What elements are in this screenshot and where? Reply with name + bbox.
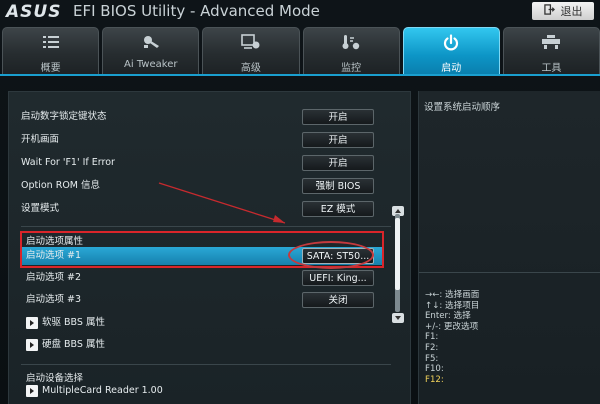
boot-option-label: 启动选项 #3 <box>26 294 82 305</box>
main-tabs: 概要 Ai Tweaker 高级 监控 启动 工具 <box>2 27 600 75</box>
submenu-label: 硬盘 BBS 属性 <box>42 339 105 350</box>
red-arrow-annotation <box>158 182 286 224</box>
tab-monitor[interactable]: 监控 <box>302 27 400 75</box>
tweaker-icon <box>103 34 198 52</box>
arrow-right-icon <box>26 385 38 397</box>
setting-label: Wait For 'F1' If Error <box>21 157 115 168</box>
scroll-down-button[interactable] <box>392 313 404 323</box>
app-title: EFI BIOS Utility - Advanced Mode <box>73 2 320 20</box>
exit-icon <box>543 4 555 18</box>
tool-icon <box>504 34 599 52</box>
red-circle-annotation <box>288 241 374 269</box>
section-divider <box>21 364 391 365</box>
submenu-label: 软驱 BBS 属性 <box>42 317 105 328</box>
tab-label: 高级 <box>240 63 261 74</box>
tab-ai-tweaker[interactable]: Ai Tweaker <box>102 27 200 75</box>
setting-value-button[interactable]: 开启 <box>302 132 374 148</box>
setting-label: 设置模式 <box>21 203 60 214</box>
key-hint: →←: 选择画面 <box>425 290 480 300</box>
tab-boot[interactable]: 启动 <box>402 27 500 75</box>
arrow-right-icon <box>26 339 38 351</box>
key-hint: Enter: 选择 <box>425 311 471 322</box>
monitor-icon <box>304 34 399 52</box>
exit-label: 退出 <box>560 5 583 18</box>
tab-advanced[interactable]: 高级 <box>202 27 300 75</box>
title-bar: ASUS EFI BIOS Utility - Advanced Mode 退出 <box>0 0 600 24</box>
setting-value-button[interactable]: 开启 <box>302 109 374 125</box>
device-item[interactable]: MultipleCard Reader 1.00 <box>26 384 163 398</box>
setting-label: Option ROM 信息 <box>21 180 101 191</box>
tab-label: 工具 <box>541 63 562 74</box>
setting-label: 启动数字锁定键状态 <box>21 111 107 122</box>
key-hint: F10: <box>425 364 444 375</box>
tab-label: 监控 <box>341 63 362 74</box>
boot-option-label: 启动选项 #2 <box>26 272 82 283</box>
key-hint: F1: <box>425 332 439 343</box>
tab-tool[interactable]: 工具 <box>502 27 600 75</box>
scrollbar-thumb[interactable] <box>395 218 400 290</box>
advanced-icon <box>203 34 298 52</box>
setting-value-button[interactable]: EZ 模式 <box>302 201 374 217</box>
tab-label: 启动 <box>441 63 462 74</box>
tab-underline <box>0 74 600 76</box>
key-hint: F5: <box>425 353 439 364</box>
setting-value-button[interactable]: 开启 <box>302 155 374 171</box>
tab-summary[interactable]: 概要 <box>2 27 100 75</box>
setting-value-button[interactable]: 强制 BIOS <box>302 178 374 194</box>
help-text: 设置系统启动顺序 <box>424 102 501 113</box>
key-hint: ↑↓: 选择项目 <box>425 300 480 311</box>
setting-label: 开机画面 <box>21 134 60 145</box>
tab-label: 概要 <box>40 63 61 74</box>
boot-option-value-button[interactable]: 关闭 <box>302 292 374 308</box>
help-divider <box>419 272 600 273</box>
settings-panel: 启动数字锁定键状态 开启 开机画面 开启 Wait For 'F1' If Er… <box>8 91 411 404</box>
device-item-label: MultipleCard Reader 1.00 <box>42 385 163 396</box>
key-legend: →←: 选择画面 ↑↓: 选择项目 Enter: 选择 +/-: 更改选项 F1… <box>425 290 479 385</box>
submenu-floppy-bbs[interactable]: 软驱 BBS 属性 <box>26 316 105 330</box>
arrow-right-icon <box>26 317 38 329</box>
list-icon <box>3 34 98 52</box>
tab-label: Ai Tweaker <box>124 59 178 70</box>
exit-button[interactable]: 退出 <box>532 2 594 20</box>
power-icon <box>404 34 499 52</box>
boot-option-value-button[interactable]: UEFI: King... <box>302 270 374 286</box>
asus-logo: ASUS <box>6 2 62 22</box>
key-hint: +/-: 更改选项 <box>425 321 479 332</box>
submenu-hdd-bbs[interactable]: 硬盘 BBS 属性 <box>26 338 105 352</box>
bios-screen: ASUS EFI BIOS Utility - Advanced Mode 退出… <box>0 0 600 404</box>
key-hint: F12: <box>425 374 444 385</box>
help-panel: 设置系统启动顺序 →←: 选择画面 ↑↓: 选择项目 Enter: 选择 +/-… <box>418 91 600 404</box>
key-hint: F2: <box>425 342 439 353</box>
